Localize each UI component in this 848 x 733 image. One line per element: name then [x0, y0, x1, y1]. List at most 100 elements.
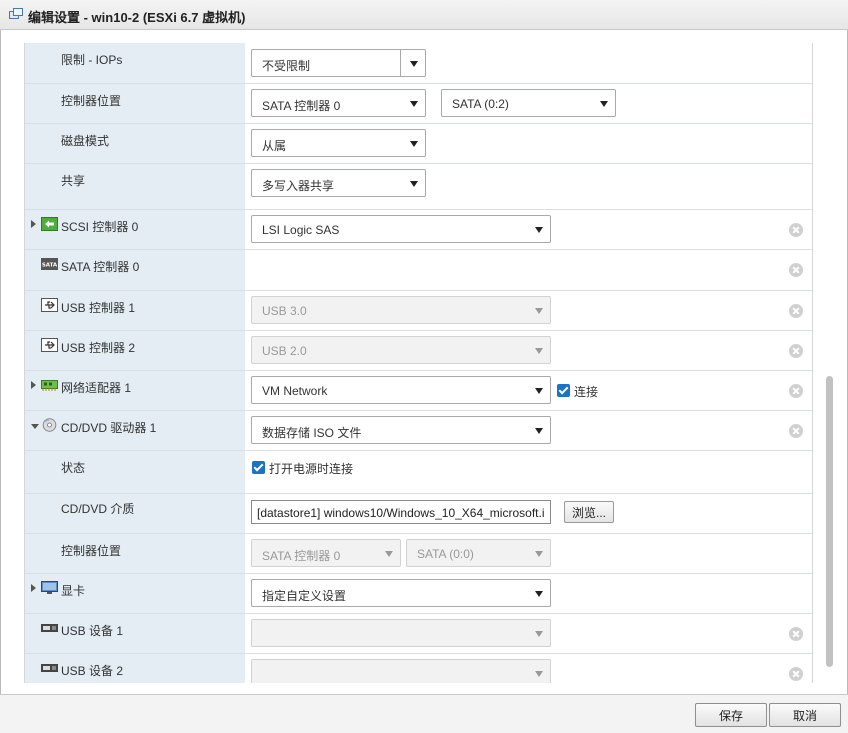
row-label: 共享 — [61, 174, 86, 188]
usb-icon — [41, 298, 58, 312]
usb-device-icon — [41, 624, 58, 632]
row-disk-mode: 磁盘模式 从属 — [25, 124, 812, 164]
select-value: VM Network — [262, 384, 328, 398]
row-scsi-controller: SCSI 控制器 0 LSI Logic SAS — [25, 210, 812, 250]
usb-icon — [41, 338, 58, 352]
input-value: [datastore1] windows10/Windows_10_X64_mi… — [257, 506, 545, 520]
remove-device-icon[interactable] — [789, 384, 803, 398]
controller-port-select[interactable]: SATA (0:2) — [441, 89, 616, 117]
scsi-type-select[interactable]: LSI Logic SAS — [251, 215, 551, 243]
network-select[interactable]: VM Network — [251, 376, 551, 404]
network-adapter-icon — [41, 380, 58, 391]
dialog-footer: 保存 取消 — [0, 694, 848, 733]
chevron-down-icon — [535, 591, 543, 597]
row-controller-location: 控制器位置 SATA 控制器 0 SATA (0:2) — [25, 84, 812, 124]
select-value: 指定自定义设置 — [262, 589, 347, 603]
select-value: 不受限制 — [262, 59, 311, 73]
usb-device-2-select[interactable] — [251, 659, 551, 683]
chevron-down-icon — [535, 551, 543, 557]
row-usb-device-2: USB 设备 2 — [25, 654, 812, 683]
iso-path-input[interactable]: [datastore1] windows10/Windows_10_X64_mi… — [251, 500, 551, 524]
remove-device-icon[interactable] — [789, 424, 803, 438]
sharing-select[interactable]: 多写入器共享 — [251, 169, 426, 197]
row-label: USB 控制器 2 — [61, 341, 136, 355]
row-label: USB 控制器 1 — [61, 301, 136, 315]
remove-device-icon[interactable] — [789, 263, 803, 277]
row-label: SATA 控制器 0 — [61, 260, 140, 274]
chevron-down-icon — [535, 671, 543, 677]
browse-button[interactable]: 浏览... — [564, 501, 614, 523]
monitor-icon — [41, 581, 58, 594]
row-label: 网络适配器 1 — [61, 381, 132, 395]
row-status: 状态 打开电源时连接 — [25, 451, 812, 494]
disk-mode-select[interactable]: 从属 — [251, 129, 426, 157]
cd-controller-port-select[interactable]: SATA (0:0) — [406, 539, 551, 567]
connect-checkbox[interactable] — [557, 384, 570, 397]
usb2-type-select[interactable]: USB 2.0 — [251, 336, 551, 364]
iops-limit-select[interactable]: 不受限制 — [251, 49, 426, 77]
expand-arrow-icon[interactable] — [31, 220, 36, 228]
dialog-title-bar: 编辑设置 - win10-2 (ESXi 6.7 虚拟机) — [0, 0, 848, 30]
usb-device-1-select[interactable] — [251, 619, 551, 647]
chevron-down-icon — [535, 227, 543, 233]
settings-panel: 限制 - IOPs 不受限制 控制器位置 SATA 控制器 0 SATA (0:… — [24, 43, 813, 683]
controller-select[interactable]: SATA 控制器 0 — [251, 89, 426, 117]
select-divider — [400, 50, 401, 76]
select-value: SATA (0:2) — [452, 97, 509, 111]
chevron-down-icon — [410, 101, 418, 107]
select-value: SATA (0:0) — [417, 547, 474, 561]
row-label: 限制 - IOPs — [61, 53, 123, 67]
chevron-down-icon — [535, 348, 543, 354]
chevron-down-icon — [385, 551, 393, 557]
remove-device-icon[interactable] — [789, 344, 803, 358]
row-iops-limit: 限制 - IOPs 不受限制 — [25, 43, 812, 84]
row-cd-controller-location: 控制器位置 SATA 控制器 0 SATA (0:0) — [25, 534, 812, 574]
row-label: USB 设备 2 — [61, 664, 124, 678]
row-label: 控制器位置 — [61, 544, 122, 558]
row-label: SCSI 控制器 0 — [61, 220, 139, 234]
row-cd-dvd-drive: CD/DVD 驱动器 1 数据存储 ISO 文件 — [25, 411, 812, 451]
remove-device-icon[interactable] — [789, 627, 803, 641]
select-value: USB 2.0 — [262, 344, 307, 358]
row-sharing: 共享 多写入器共享 — [25, 164, 812, 210]
vm-settings-icon — [9, 8, 23, 19]
row-usb-device-1: USB 设备 1 — [25, 614, 812, 654]
collapse-arrow-icon[interactable] — [31, 424, 39, 429]
connect-at-power-on-label: 打开电源时连接 — [269, 462, 354, 476]
cd-dvd-icon — [42, 418, 57, 432]
row-usb-controller-1: USB 控制器 1 USB 3.0 — [25, 291, 812, 331]
row-label: CD/DVD 介质 — [61, 502, 135, 516]
row-cd-dvd-media: CD/DVD 介质 [datastore1] windows10/Windows… — [25, 494, 812, 534]
remove-device-icon[interactable] — [789, 223, 803, 237]
row-network-adapter: 网络适配器 1 VM Network 连接 — [25, 371, 812, 411]
expand-arrow-icon[interactable] — [31, 584, 36, 592]
chevron-down-icon — [410, 61, 418, 67]
row-label: 显卡 — [61, 584, 86, 598]
row-sata-controller: SATA SATA 控制器 0 — [25, 250, 812, 291]
connect-at-power-on-checkbox[interactable] — [252, 461, 265, 474]
select-value: 多写入器共享 — [262, 179, 335, 193]
video-card-select[interactable]: 指定自定义设置 — [251, 579, 551, 607]
cd-controller-select[interactable]: SATA 控制器 0 — [251, 539, 401, 567]
select-value: SATA 控制器 0 — [262, 549, 341, 563]
row-usb-controller-2: USB 控制器 2 USB 2.0 — [25, 331, 812, 371]
cd-dvd-type-select[interactable]: 数据存储 ISO 文件 — [251, 416, 551, 444]
dialog-title: 编辑设置 - win10-2 (ESXi 6.7 虚拟机) — [28, 10, 246, 25]
vertical-scrollbar[interactable] — [826, 376, 833, 667]
chevron-down-icon — [535, 308, 543, 314]
chevron-down-icon — [535, 388, 543, 394]
remove-device-icon[interactable] — [789, 304, 803, 318]
save-button[interactable]: 保存 — [695, 703, 767, 727]
expand-arrow-icon[interactable] — [31, 381, 36, 389]
chevron-down-icon — [600, 101, 608, 107]
connect-label: 连接 — [574, 385, 599, 399]
cancel-button[interactable]: 取消 — [769, 703, 841, 727]
chevron-down-icon — [410, 181, 418, 187]
remove-device-icon[interactable] — [789, 667, 803, 681]
chevron-down-icon — [535, 631, 543, 637]
row-label: 状态 — [61, 461, 86, 475]
usb1-type-select[interactable]: USB 3.0 — [251, 296, 551, 324]
sata-icon: SATA — [41, 258, 58, 270]
row-label: 磁盘模式 — [61, 134, 110, 148]
chevron-down-icon — [535, 428, 543, 434]
